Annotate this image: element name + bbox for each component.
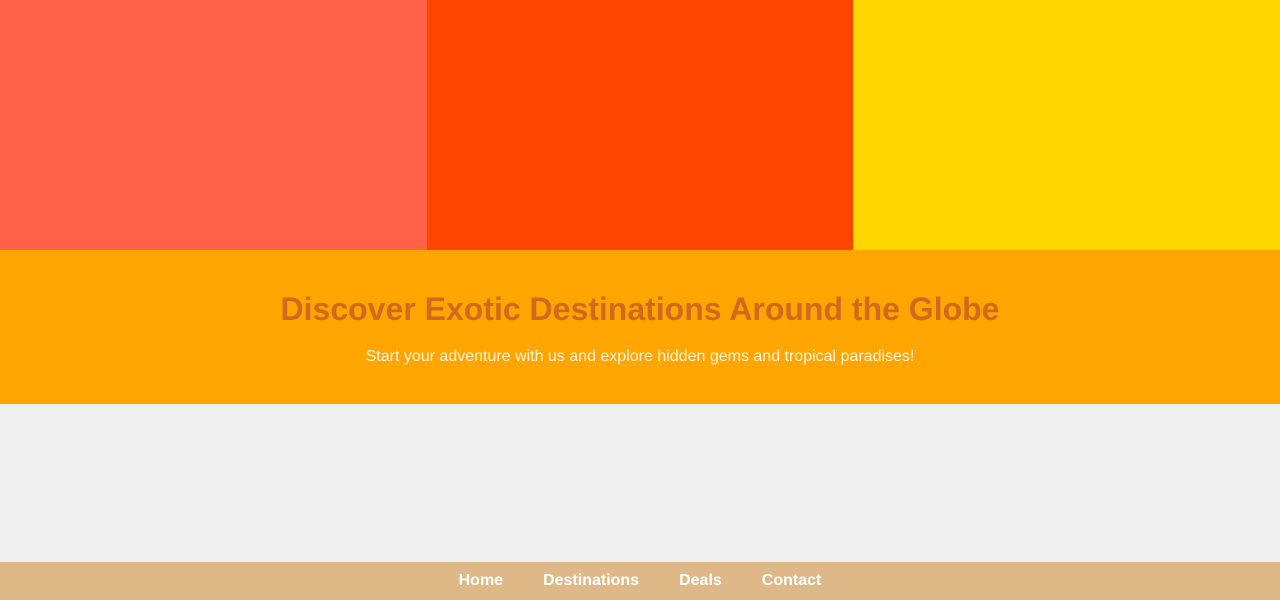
bottom-navbar: Home Destinations Deals Contact	[0, 562, 1280, 600]
banner-panel-gold	[853, 0, 1280, 250]
hero-title: Discover Exotic Destinations Around the …	[280, 291, 1000, 327]
color-banner	[0, 0, 1280, 250]
hero-section: Discover Exotic Destinations Around the …	[0, 250, 1280, 404]
banner-panel-tomato	[0, 0, 427, 250]
banner-panel-orange-red	[427, 0, 853, 250]
page: Discover Exotic Destinations Around the …	[0, 0, 1280, 600]
nav-destinations-link[interactable]: Destinations	[543, 571, 639, 591]
nav-contact-link[interactable]: Contact	[762, 571, 822, 591]
hero-subtitle: Start your adventure with us and explore…	[365, 348, 915, 365]
nav-home-link[interactable]: Home	[459, 571, 503, 591]
content-area	[0, 404, 1280, 562]
nav-deals-link[interactable]: Deals	[679, 571, 722, 591]
